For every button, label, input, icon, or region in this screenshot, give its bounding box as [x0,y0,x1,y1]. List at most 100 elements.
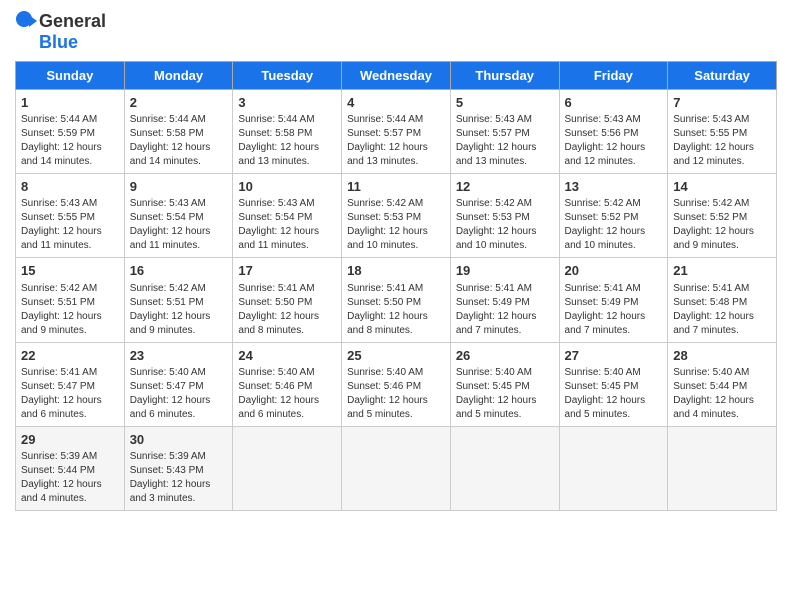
day-detail: Sunrise: 5:41 AM [673,282,771,296]
calendar-cell: 1Sunrise: 5:44 AMSunset: 5:59 PMDaylight… [16,90,125,174]
day-detail: Sunrise: 5:41 AM [21,366,119,380]
day-detail: Sunset: 5:43 PM [130,464,228,478]
day-detail: Sunset: 5:56 PM [565,127,663,141]
day-detail: Sunrise: 5:42 AM [456,197,554,211]
day-detail: Sunset: 5:52 PM [565,211,663,225]
day-detail: Sunset: 5:58 PM [130,127,228,141]
day-number: 4 [347,94,445,112]
calendar-cell: 25Sunrise: 5:40 AMSunset: 5:46 PMDayligh… [342,342,451,426]
day-detail: Sunset: 5:45 PM [456,380,554,394]
day-detail: Sunset: 5:49 PM [456,296,554,310]
day-detail: Daylight: 12 hours [21,225,119,239]
calendar-cell: 4Sunrise: 5:44 AMSunset: 5:57 PMDaylight… [342,90,451,174]
calendar-cell: 21Sunrise: 5:41 AMSunset: 5:48 PMDayligh… [668,258,777,342]
day-header-thursday: Thursday [450,62,559,90]
day-detail: and 5 minutes. [347,408,445,422]
day-number: 23 [130,347,228,365]
day-detail: Sunset: 5:57 PM [347,127,445,141]
day-detail: Sunrise: 5:42 AM [347,197,445,211]
day-detail: Daylight: 12 hours [456,141,554,155]
day-detail: Sunrise: 5:40 AM [347,366,445,380]
calendar-cell [450,426,559,510]
day-detail: and 11 minutes. [130,239,228,253]
day-detail: Sunrise: 5:44 AM [238,113,336,127]
day-detail: and 3 minutes. [130,492,228,506]
day-detail: Sunrise: 5:41 AM [238,282,336,296]
day-number: 19 [456,262,554,280]
calendar-cell: 14Sunrise: 5:42 AMSunset: 5:52 PMDayligh… [668,174,777,258]
day-detail: Sunset: 5:44 PM [673,380,771,394]
day-detail: and 10 minutes. [347,239,445,253]
calendar-cell: 19Sunrise: 5:41 AMSunset: 5:49 PMDayligh… [450,258,559,342]
week-row-4: 22Sunrise: 5:41 AMSunset: 5:47 PMDayligh… [16,342,777,426]
day-number: 5 [456,94,554,112]
calendar-cell: 8Sunrise: 5:43 AMSunset: 5:55 PMDaylight… [16,174,125,258]
day-detail: and 6 minutes. [21,408,119,422]
calendar-cell: 12Sunrise: 5:42 AMSunset: 5:53 PMDayligh… [450,174,559,258]
day-detail: Sunset: 5:59 PM [21,127,119,141]
day-detail: Sunrise: 5:41 AM [456,282,554,296]
day-header-wednesday: Wednesday [342,62,451,90]
day-detail: and 14 minutes. [21,155,119,169]
day-detail: Sunset: 5:53 PM [347,211,445,225]
day-detail: Sunrise: 5:42 AM [673,197,771,211]
day-detail: and 5 minutes. [456,408,554,422]
day-number: 24 [238,347,336,365]
day-number: 21 [673,262,771,280]
day-detail: and 13 minutes. [238,155,336,169]
day-header-friday: Friday [559,62,668,90]
day-detail: and 9 minutes. [130,324,228,338]
day-detail: Daylight: 12 hours [130,310,228,324]
day-detail: Daylight: 12 hours [130,394,228,408]
day-number: 20 [565,262,663,280]
day-detail: and 11 minutes. [21,239,119,253]
day-detail: and 13 minutes. [456,155,554,169]
day-detail: Daylight: 12 hours [238,310,336,324]
day-detail: Sunrise: 5:40 AM [130,366,228,380]
calendar-cell: 23Sunrise: 5:40 AMSunset: 5:47 PMDayligh… [124,342,233,426]
calendar-cell: 3Sunrise: 5:44 AMSunset: 5:58 PMDaylight… [233,90,342,174]
logo-blue: Blue [39,32,78,53]
day-number: 2 [130,94,228,112]
day-detail: and 10 minutes. [565,239,663,253]
day-detail: Daylight: 12 hours [565,141,663,155]
day-detail: Sunrise: 5:43 AM [456,113,554,127]
day-detail: Sunset: 5:55 PM [21,211,119,225]
day-detail: Sunrise: 5:43 AM [565,113,663,127]
day-number: 9 [130,178,228,196]
day-detail: and 8 minutes. [238,324,336,338]
day-detail: Sunset: 5:48 PM [673,296,771,310]
day-detail: Sunset: 5:51 PM [21,296,119,310]
day-detail: Daylight: 12 hours [238,394,336,408]
day-detail: Daylight: 12 hours [456,394,554,408]
day-number: 13 [565,178,663,196]
day-number: 16 [130,262,228,280]
calendar-cell: 2Sunrise: 5:44 AMSunset: 5:58 PMDaylight… [124,90,233,174]
day-detail: Daylight: 12 hours [673,394,771,408]
day-detail: Sunset: 5:50 PM [238,296,336,310]
day-number: 6 [565,94,663,112]
day-detail: Sunrise: 5:40 AM [673,366,771,380]
header: General Blue [15,10,777,53]
day-header-sunday: Sunday [16,62,125,90]
day-detail: Sunset: 5:46 PM [238,380,336,394]
day-detail: Sunrise: 5:39 AM [130,450,228,464]
day-number: 15 [21,262,119,280]
day-detail: Daylight: 12 hours [238,141,336,155]
day-number: 10 [238,178,336,196]
day-detail: and 14 minutes. [130,155,228,169]
day-detail: Daylight: 12 hours [673,141,771,155]
day-detail: Sunrise: 5:40 AM [456,366,554,380]
day-detail: Daylight: 12 hours [130,478,228,492]
day-detail: Sunrise: 5:43 AM [21,197,119,211]
calendar-body: 1Sunrise: 5:44 AMSunset: 5:59 PMDaylight… [16,90,777,511]
day-detail: and 12 minutes. [565,155,663,169]
day-detail: Sunset: 5:47 PM [21,380,119,394]
day-detail: Daylight: 12 hours [130,141,228,155]
day-detail: and 4 minutes. [673,408,771,422]
day-detail: Sunrise: 5:40 AM [565,366,663,380]
logo-general: General [39,11,106,32]
day-detail: Daylight: 12 hours [130,225,228,239]
day-detail: Sunrise: 5:43 AM [130,197,228,211]
day-detail: Sunrise: 5:43 AM [238,197,336,211]
